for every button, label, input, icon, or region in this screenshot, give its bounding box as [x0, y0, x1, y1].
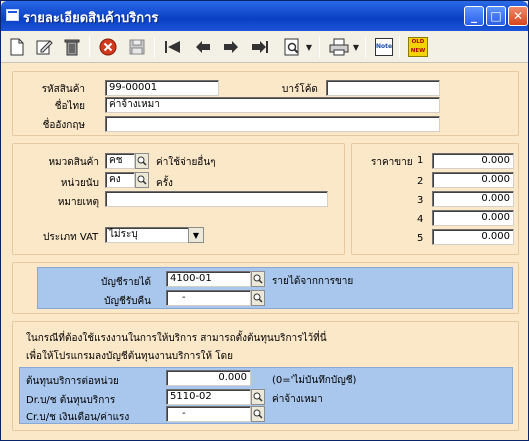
- english-name-input[interactable]: [105, 116, 440, 132]
- toolbar-separator: [154, 36, 155, 58]
- product-code-label: รหัสสินค้า: [41, 84, 85, 95]
- save-icon[interactable]: [125, 35, 149, 59]
- category-lookup-button[interactable]: [135, 153, 149, 169]
- magnifier-icon: [253, 392, 263, 402]
- price-level-3: 3: [417, 195, 424, 206]
- unit-description: ครั้ง: [156, 178, 173, 189]
- unit-code-input[interactable]: คง: [105, 172, 135, 188]
- unit-label: หน่วยนับ: [60, 178, 99, 189]
- edit-icon[interactable]: [32, 35, 56, 59]
- toolbar-separator: [365, 36, 366, 58]
- category-label: หมวดสินค้า: [48, 157, 99, 168]
- credit-account-label: Cr.บ/ช เงินเดือน/ค่าแรง: [26, 412, 130, 423]
- price-2-input[interactable]: 0.000: [432, 172, 514, 188]
- category-description: ค่าใช้จ่ายอื่นๆ: [156, 157, 216, 168]
- price-level-2: 2: [417, 176, 424, 187]
- income-account-label: บัญชีรายได้: [100, 277, 151, 288]
- price-5-input[interactable]: 0.000: [432, 229, 514, 245]
- thai-name-input[interactable]: ค่าจ้างเหมา: [105, 97, 440, 113]
- old-label: OLD: [411, 39, 425, 45]
- product-service-window: รายละเอียดสินค้าบริการ _ □ ✕ ▼ ▼ Note OL…: [0, 0, 529, 441]
- refund-account-lookup-button[interactable]: [251, 290, 265, 306]
- refund-account-input[interactable]: -: [166, 290, 251, 306]
- vat-label: ประเภท VAT: [43, 232, 99, 243]
- remark-input[interactable]: [105, 191, 328, 207]
- refund-account-label: บัญชีรับคืน: [104, 296, 151, 307]
- unit-lookup-button[interactable]: [135, 172, 149, 188]
- price-level-4: 4: [417, 214, 424, 225]
- category-code-input[interactable]: คช: [105, 153, 135, 169]
- magnifier-icon: [137, 156, 147, 166]
- barcode-input[interactable]: [326, 80, 440, 96]
- price-3-input[interactable]: 0.000: [432, 191, 514, 207]
- note-icon[interactable]: Note: [372, 35, 396, 59]
- maximize-button[interactable]: □: [486, 6, 506, 26]
- close-button[interactable]: ✕: [508, 6, 528, 26]
- product-code-input[interactable]: 99-00001: [105, 80, 219, 96]
- title-bar[interactable]: รายละเอียดสินค้าบริการ _ □ ✕: [1, 1, 528, 31]
- vat-select[interactable]: ไม่ระบุ: [105, 227, 189, 243]
- english-name-label: ชื่ออังกฤษ: [42, 120, 85, 131]
- magnifier-icon: [253, 409, 263, 419]
- toolbar-separator: [89, 36, 90, 58]
- delete-icon[interactable]: [60, 35, 84, 59]
- debit-account-lookup-button[interactable]: [251, 389, 265, 405]
- first-record-icon[interactable]: [161, 35, 185, 59]
- toolbar-separator: [399, 36, 400, 58]
- barcode-label: บาร์โค้ด: [282, 84, 318, 95]
- credit-account-input[interactable]: -: [166, 406, 251, 422]
- price-4-input[interactable]: 0.000: [432, 210, 514, 226]
- print-icon[interactable]: [327, 35, 351, 59]
- toolbar-separator: [319, 36, 320, 58]
- previous-record-icon[interactable]: [191, 35, 215, 59]
- debit-account-label: Dr.บ/ช ต้นทุนบริการ: [26, 395, 116, 406]
- price-1-input[interactable]: 0.000: [432, 153, 514, 169]
- cost-per-unit-label: ต้นทุนบริการต่อหน่วย: [26, 376, 119, 387]
- income-account-lookup-button[interactable]: [251, 271, 265, 287]
- remark-label: หมายเหตุ: [57, 197, 99, 208]
- cancel-icon[interactable]: [96, 35, 120, 59]
- new-icon[interactable]: [5, 35, 29, 59]
- toolbar: ▼ ▼ Note OLD NEW: [1, 31, 528, 63]
- price-level-1: 1: [417, 155, 424, 166]
- note-icon-label: Note: [375, 38, 393, 56]
- last-record-icon[interactable]: [248, 35, 272, 59]
- cost-per-unit-hint: (0='ไม่บันทึกบัญชี): [272, 375, 357, 386]
- labor-note-line-2: เพื่อให้โปรแกรมลงบัญชีต้นทุนงานบริการให้…: [26, 351, 233, 362]
- search-dropdown-icon[interactable]: ▼: [304, 35, 314, 59]
- thai-name-label: ชื่อไทย: [54, 101, 85, 112]
- new-label: NEW: [410, 48, 426, 54]
- magnifier-icon: [137, 175, 147, 185]
- price-label: ราคาขาย: [371, 157, 413, 168]
- magnifier-icon: [253, 293, 263, 303]
- old-new-icon[interactable]: OLD NEW: [406, 35, 430, 59]
- window-title: รายละเอียดสินค้าบริการ: [23, 11, 159, 26]
- debit-account-description: ค่าจ้างเหมา: [272, 394, 323, 405]
- labor-note-line-1: ในกรณีที่ต้องใช้แรงงานในการให้บริการ สาม…: [26, 333, 327, 344]
- credit-account-lookup-button[interactable]: [251, 406, 265, 422]
- vat-dropdown-button[interactable]: ▼: [188, 227, 204, 243]
- cost-per-unit-input[interactable]: 0.000: [166, 370, 251, 386]
- income-account-description: รายได้จากการขาย: [272, 276, 354, 287]
- print-dropdown-icon[interactable]: ▼: [351, 35, 361, 59]
- next-record-icon[interactable]: [219, 35, 243, 59]
- window-icon: [6, 9, 19, 21]
- magnifier-icon: [253, 274, 263, 284]
- income-account-input[interactable]: 4100-01: [166, 271, 251, 287]
- price-level-5: 5: [417, 233, 424, 244]
- minimize-button[interactable]: _: [464, 6, 484, 26]
- search-icon[interactable]: [281, 35, 305, 59]
- debit-account-input[interactable]: 5110-02: [166, 389, 251, 405]
